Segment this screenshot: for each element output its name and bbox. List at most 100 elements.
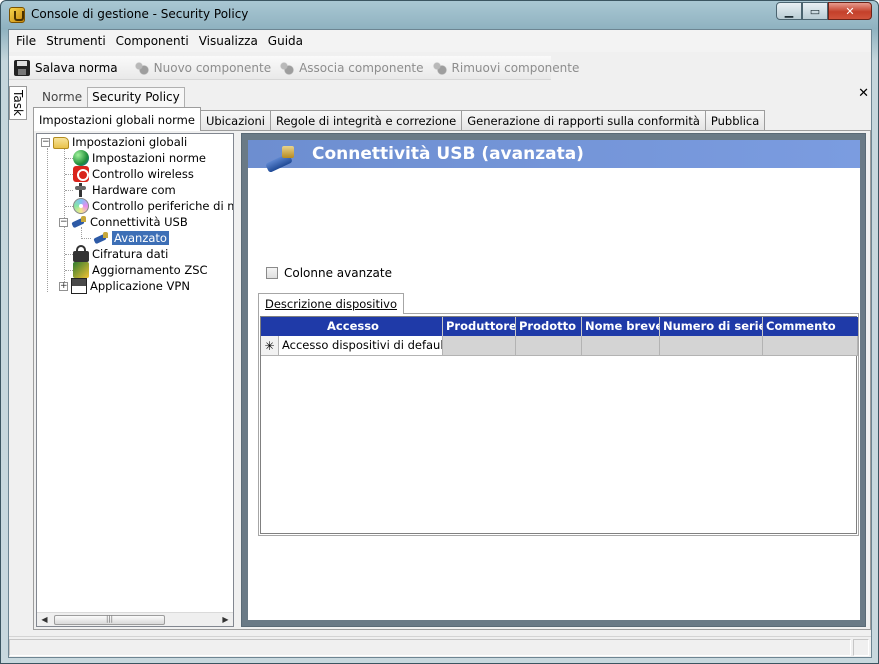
- advanced-columns-label: Colonne avanzate: [284, 266, 392, 280]
- task-side-tab[interactable]: Task: [9, 86, 27, 120]
- table-row[interactable]: ✳ Accesso dispositivi di default: [261, 336, 858, 356]
- tab-descrizione-dispositivo[interactable]: Descrizione dispositivo: [258, 293, 405, 314]
- tree-label-impostazioni-norme: Impostazioni norme: [92, 151, 207, 165]
- tab-generazione-rapporti[interactable]: Generazione di rapporti sulla conformità: [461, 110, 706, 131]
- app-icon[interactable]: [9, 7, 25, 23]
- hardware-icon: [73, 182, 89, 198]
- device-grid[interactable]: Accesso Produttore Prodotto Nome breve N…: [260, 316, 858, 534]
- window-title: Console di gestione - Security Policy: [31, 7, 249, 21]
- application-window: Console di gestione - Security Policy ▁ …: [0, 0, 879, 664]
- status-bar: [9, 636, 871, 657]
- tree-label-hardware-com: Hardware com: [92, 183, 176, 197]
- cell-nome-breve[interactable]: [582, 336, 660, 356]
- associate-component-label: Associa componente: [299, 60, 424, 75]
- menu-bar: File Strumenti Componenti Visualizza Gui…: [9, 30, 871, 52]
- save-policy-button[interactable]: Salava norma: [13, 59, 124, 76]
- components-icon: [430, 59, 447, 76]
- maximize-button[interactable]: ▭: [802, 2, 828, 20]
- cell-prodotto[interactable]: [516, 336, 582, 356]
- collapse-icon[interactable]: −: [41, 137, 50, 147]
- client-area: File Strumenti Componenti Visualizza Gui…: [8, 29, 872, 658]
- tree-node-controllo-wireless[interactable]: Controllo wireless: [73, 166, 194, 182]
- maximize-icon: ▭: [809, 4, 821, 18]
- globe-icon: [73, 150, 89, 166]
- tree-line: [65, 270, 73, 271]
- tree-node-connettivita-usb[interactable]: − Connettività USB: [59, 214, 188, 230]
- tree-node-hardware-com[interactable]: Hardware com: [73, 182, 176, 198]
- tree-node-aggiornamento-zsc[interactable]: Aggiornamento ZSC: [73, 262, 208, 278]
- column-accesso[interactable]: Accesso: [261, 317, 443, 336]
- tree-line: [65, 190, 73, 191]
- remove-component-label: Rimuovi componente: [451, 60, 580, 75]
- tab-security-policy[interactable]: Security Policy: [87, 87, 185, 107]
- remove-component-button[interactable]: Rimuovi componente: [430, 59, 586, 76]
- status-pane-grip: [853, 639, 869, 656]
- column-commento[interactable]: Commento: [763, 317, 858, 336]
- grid-header: Accesso Produttore Prodotto Nome breve N…: [261, 317, 858, 336]
- expand-icon[interactable]: +: [59, 281, 68, 291]
- detail-panel: Connettività USB (avanzata) Colonne avan…: [248, 140, 860, 620]
- cell-accesso[interactable]: Accesso dispositivi di default: [279, 336, 443, 356]
- tab-ubicazioni[interactable]: Ubicazioni: [199, 110, 271, 131]
- cell-numero-serie[interactable]: [660, 336, 763, 356]
- column-nome-breve[interactable]: Nome breve: [582, 317, 660, 336]
- tree-label-controllo-wireless: Controllo wireless: [92, 167, 194, 181]
- tab-norme[interactable]: Norme: [37, 87, 87, 107]
- tab-pubblica[interactable]: Pubblica: [704, 110, 766, 131]
- menu-componenti[interactable]: Componenti: [113, 32, 196, 50]
- tree-label-controllo-periferiche: Controllo periferiche di me: [92, 199, 233, 213]
- menu-file[interactable]: File: [13, 32, 43, 50]
- new-component-button[interactable]: Nuovo componente: [132, 59, 277, 76]
- cd-icon: [73, 198, 89, 214]
- tree-line: [65, 254, 73, 255]
- associate-component-button[interactable]: Associa componente: [277, 59, 429, 76]
- tab-regole-integrita[interactable]: Regole di integrità e correzione: [269, 110, 463, 131]
- scroll-right-icon[interactable]: ▶: [219, 614, 232, 626]
- title-bar[interactable]: Console di gestione - Security Policy ▁ …: [1, 1, 878, 29]
- tree-node-impostazioni-norme[interactable]: Impostazioni norme: [73, 150, 206, 166]
- tree-node-root[interactable]: − Impostazioni globali: [41, 134, 187, 150]
- tree-horizontal-scrollbar[interactable]: ◀ ||| ▶: [37, 612, 233, 626]
- tree-node-controllo-periferiche[interactable]: Controllo periferiche di me: [73, 198, 233, 214]
- close-document-icon[interactable]: ✕: [858, 86, 869, 101]
- tree-label-aggiornamento-zsc: Aggiornamento ZSC: [92, 263, 208, 277]
- usb-icon: [93, 230, 109, 246]
- tree-node-avanzato[interactable]: Avanzato: [93, 230, 169, 246]
- folder-icon: [53, 137, 69, 149]
- vpn-icon: [71, 278, 87, 294]
- settings-tree[interactable]: − Impostazioni globali Impostazioni norm…: [36, 133, 234, 627]
- close-button[interactable]: ✕: [828, 2, 872, 20]
- advanced-columns-option[interactable]: Colonne avanzate: [266, 266, 392, 280]
- tree-node-cifratura-dati[interactable]: Cifratura dati: [73, 245, 169, 262]
- document-tabs: Norme Security Policy: [37, 87, 185, 107]
- tree-label-cifratura-dati: Cifratura dati: [92, 247, 169, 261]
- tree-node-applicazione-vpn[interactable]: + Applicazione VPN: [59, 278, 190, 294]
- tab-impostazioni-globali[interactable]: Impostazioni globali norme: [33, 107, 201, 131]
- column-prodotto[interactable]: Prodotto: [516, 317, 582, 336]
- tree-label-applicazione-vpn: Applicazione VPN: [90, 279, 190, 293]
- menu-strumenti[interactable]: Strumenti: [43, 32, 113, 50]
- panel-title: Connettività USB (avanzata): [312, 144, 584, 164]
- tree-line: [65, 206, 73, 207]
- menu-visualizza[interactable]: Visualizza: [196, 32, 265, 50]
- column-produttore[interactable]: Produttore: [443, 317, 516, 336]
- components-icon: [132, 59, 149, 76]
- cell-produttore[interactable]: [443, 336, 516, 356]
- scrollbar-thumb[interactable]: |||: [54, 615, 165, 625]
- collapse-icon[interactable]: −: [59, 217, 68, 227]
- column-numero-serie[interactable]: Numero di serie: [660, 317, 763, 336]
- minimize-icon: ▁: [784, 4, 794, 18]
- new-row-icon: ✳: [261, 336, 279, 356]
- minimize-button[interactable]: ▁: [776, 2, 802, 20]
- floppy-icon: [14, 59, 30, 76]
- scroll-left-icon[interactable]: ◀: [38, 614, 51, 626]
- window-controls: ▁ ▭ ✕: [776, 2, 872, 20]
- tree-label-avanzato: Avanzato: [112, 231, 169, 245]
- wireless-icon: [73, 166, 89, 182]
- cell-commento[interactable]: [763, 336, 858, 356]
- advanced-columns-checkbox[interactable]: [266, 267, 278, 279]
- menu-guida[interactable]: Guida: [265, 32, 310, 50]
- tree-label-root: Impostazioni globali: [72, 135, 188, 149]
- toolbar: Salava norma Nuovo componente Associa co…: [9, 56, 579, 80]
- tree-label-connettivita-usb: Connettività USB: [90, 215, 188, 229]
